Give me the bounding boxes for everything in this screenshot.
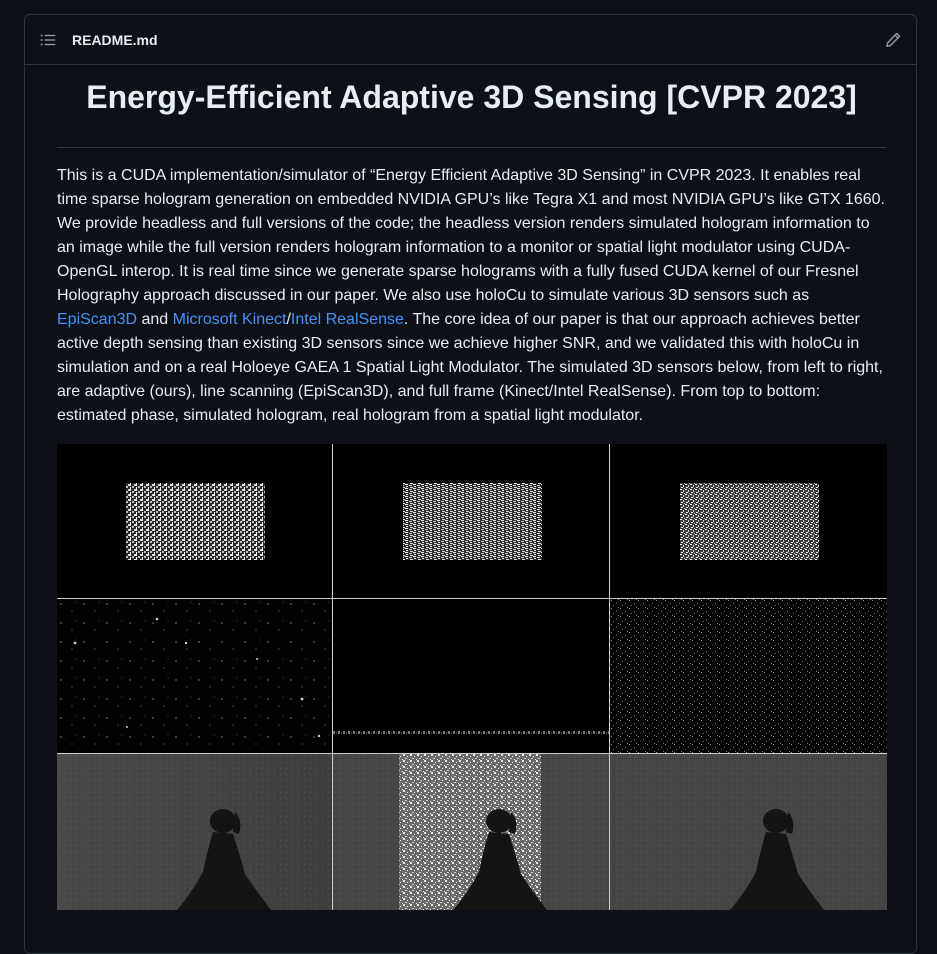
phase-adaptive-panel (57, 444, 332, 598)
pencil-icon[interactable] (884, 31, 902, 49)
real-hologram-adaptive-panel (57, 754, 332, 910)
description-text: and (137, 311, 173, 328)
real-hologram-line-scanning-panel (333, 754, 609, 910)
readme-title: Energy-Efficient Adaptive 3D Sensing [CV… (86, 79, 857, 115)
title-divider (57, 147, 886, 148)
readme-header: README.md (25, 15, 916, 65)
readme-container: README.md Energy-Efficient Adaptive 3D S… (24, 14, 917, 954)
episcan3d-link[interactable]: EpiScan3D (57, 311, 137, 328)
real-hologram-full-frame-panel (610, 754, 887, 910)
file-name: README.md (72, 32, 158, 48)
grid-divider (332, 444, 333, 910)
grid-divider (57, 753, 887, 754)
grid-divider (57, 598, 887, 599)
readme-description: This is a CUDA implementation/simulator … (57, 164, 888, 428)
microsoft-kinect-link[interactable]: Microsoft Kinect (173, 311, 287, 328)
phase-line-scanning-panel (333, 444, 609, 598)
simulated-hologram-line-scanning-panel (333, 599, 609, 753)
simulated-hologram-full-frame-panel (610, 599, 887, 753)
intel-realsense-link[interactable]: Intel RealSense (291, 311, 404, 328)
phase-full-frame-panel (610, 444, 887, 598)
hologram-comparison-image (57, 444, 887, 910)
list-unordered-icon[interactable] (39, 31, 57, 49)
simulated-hologram-adaptive-panel (57, 599, 332, 753)
grid-divider (609, 444, 610, 910)
description-text: This is a CUDA implementation/simulator … (57, 167, 885, 304)
